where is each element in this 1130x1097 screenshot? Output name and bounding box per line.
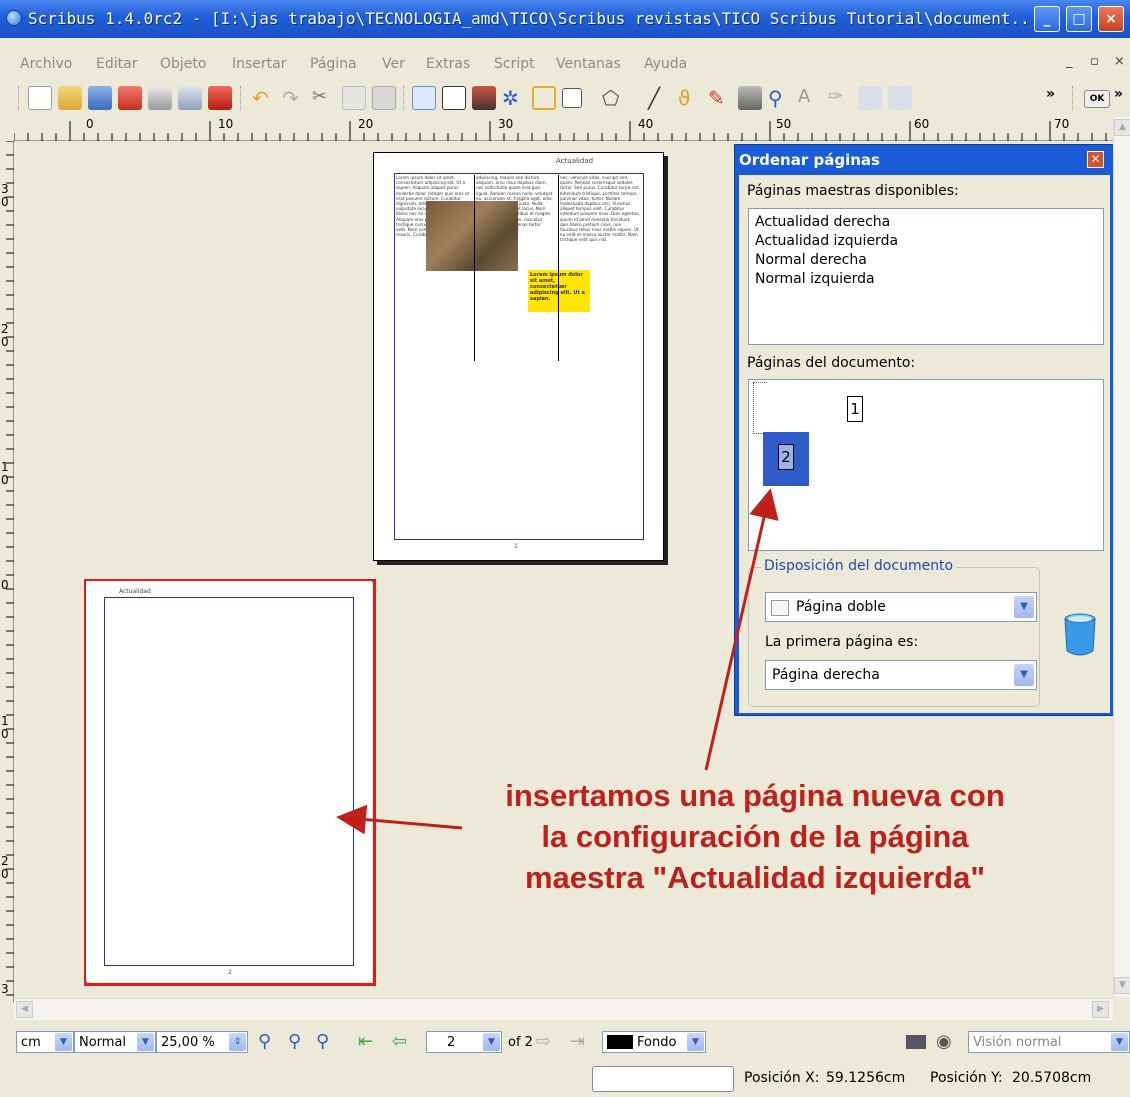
- eye-icon[interactable]: ◉: [936, 1031, 958, 1053]
- status-message-box: [592, 1066, 734, 1092]
- position-x-label: Posición X:: [744, 1070, 820, 1086]
- scroll-up-icon[interactable]: ▲: [1114, 119, 1130, 136]
- page-total: of 2: [508, 1035, 533, 1050]
- first-page-icon[interactable]: ⇤: [358, 1031, 380, 1053]
- position-x-value: 59.1256cm: [826, 1070, 906, 1086]
- layer-value: Fondo: [637, 1035, 677, 1050]
- chevron-down-icon[interactable]: ▼: [1111, 1033, 1128, 1051]
- bottom-toolbar: cm ▼ Normal ▼ 25,00 % ⇕ ⚲ ⚲ ⚲ ⇤ ⇦ 2 ▼ of…: [0, 1022, 1130, 1060]
- zoom-in-icon[interactable]: ⚲: [316, 1031, 338, 1053]
- zoom-out-icon[interactable]: ⚲: [258, 1031, 280, 1053]
- zoom-value: 25,00 %: [161, 1035, 215, 1050]
- layer-color-swatch: [607, 1035, 633, 1049]
- unit-value: cm: [21, 1035, 41, 1050]
- last-page-icon[interactable]: ⇥: [570, 1031, 592, 1053]
- chevron-down-icon[interactable]: ▼: [55, 1033, 72, 1051]
- chevron-down-icon[interactable]: ▼: [687, 1033, 704, 1051]
- horizontal-scrollbar[interactable]: ◀ ▶: [14, 998, 1113, 1020]
- chevron-down-icon[interactable]: ▼: [483, 1033, 500, 1051]
- arrow-to-page-thumbnail: [704, 488, 779, 771]
- annotation-line: insertamos una página nueva con: [505, 778, 1005, 813]
- zoom-input[interactable]: 25,00 % ⇕: [156, 1031, 248, 1053]
- previous-page-icon[interactable]: ⇦: [392, 1031, 414, 1053]
- scroll-right-icon[interactable]: ▶: [1092, 1001, 1109, 1018]
- annotation-text: insertamos una página nueva con la confi…: [455, 775, 1055, 898]
- chevron-down-icon[interactable]: ▼: [137, 1033, 154, 1051]
- scroll-down-icon[interactable]: ▼: [1114, 977, 1130, 994]
- page-select-value: 2: [447, 1035, 456, 1050]
- next-page-icon[interactable]: ⇨: [536, 1031, 558, 1053]
- annotation-arrows: [336, 488, 779, 835]
- mode-value: Normal: [79, 1035, 127, 1050]
- position-y-value: 20.5708cm: [1012, 1070, 1092, 1086]
- page-select[interactable]: 2 ▼: [426, 1031, 502, 1053]
- view-value: Visión normal: [973, 1035, 1062, 1050]
- vertical-scrollbar[interactable]: ▲ ▼: [1113, 117, 1130, 997]
- layer-select[interactable]: Fondo ▼: [602, 1031, 706, 1053]
- unit-select[interactable]: cm ▼: [16, 1031, 74, 1053]
- status-bar: Posición X: 59.1256cm Posición Y: 20.570…: [0, 1062, 1130, 1097]
- preview-mode-icon[interactable]: [906, 1035, 926, 1049]
- annotation-line: maestra "Actualidad izquierda": [524, 860, 986, 895]
- mode-select[interactable]: Normal ▼: [74, 1031, 156, 1053]
- annotation-line: la configuración de la página: [541, 819, 969, 854]
- arrow-to-new-page: [336, 804, 463, 835]
- position-y-label: Posición Y:: [930, 1070, 1003, 1086]
- spinner-icon[interactable]: ⇕: [229, 1033, 246, 1051]
- scroll-left-icon[interactable]: ◀: [16, 1001, 33, 1018]
- view-select[interactable]: Visión normal ▼: [968, 1031, 1130, 1053]
- zoom-100-icon[interactable]: ⚲: [288, 1031, 310, 1053]
